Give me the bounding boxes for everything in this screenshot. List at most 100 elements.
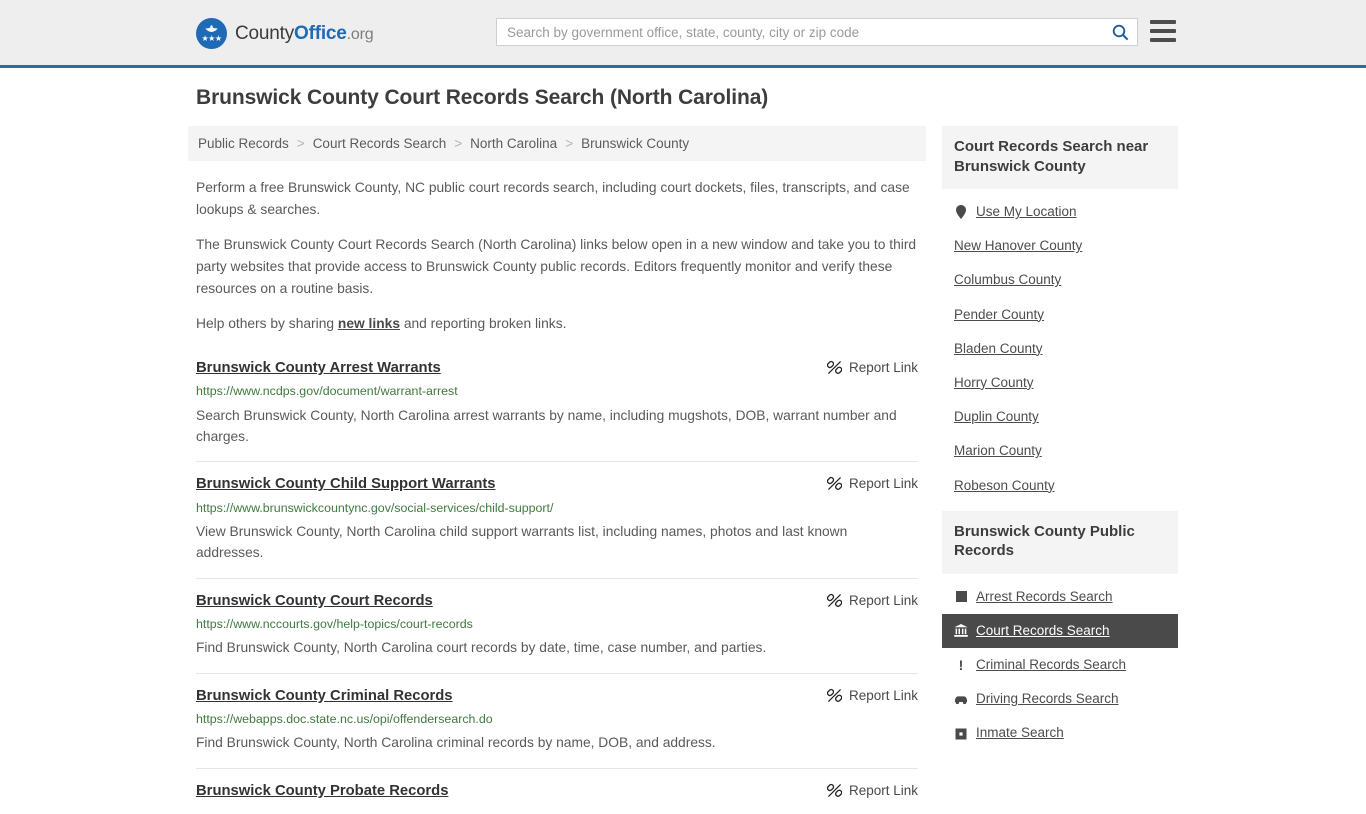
- report-link-label: Report Link: [848, 687, 918, 703]
- sidebar-item-label: Pender County: [954, 306, 1045, 322]
- report-link-label: Report Link: [848, 592, 918, 608]
- result-item: Brunswick County Court Records Report Li…: [196, 577, 918, 673]
- sidebar-item-court-records-search[interactable]: Court Records Search: [942, 613, 1178, 649]
- brand-wordmark: CountyOffice.org: [235, 22, 374, 45]
- result-url[interactable]: https://www.ncdps.gov/document/warrant-a…: [196, 383, 918, 399]
- result-url[interactable]: https://www.brunswickcountync.gov/social…: [196, 500, 918, 516]
- sidebar-item-inmate-search[interactable]: Inmate Search: [942, 716, 1178, 750]
- jail-building-glyph: [955, 728, 967, 740]
- hamburger-bar: [1150, 29, 1176, 33]
- result-header: Brunswick County Child Support Warrants …: [196, 475, 918, 493]
- sidebar-item-label: Driving Records Search: [976, 691, 1119, 707]
- intro-text-before: Help others by sharing: [196, 316, 338, 332]
- brand-part-1: County: [235, 22, 295, 44]
- report-link-label: Report Link: [848, 476, 918, 492]
- sidebar-item-arrest-records-search[interactable]: Arrest Records Search: [942, 580, 1178, 614]
- result-title-link[interactable]: Brunswick County Child Support Warrants: [196, 475, 496, 493]
- sidebar-item-horry-county[interactable]: Horry County: [942, 366, 1178, 400]
- result-description: View Brunswick County, North Carolina ch…: [196, 523, 848, 561]
- sidebar-item-marion-county[interactable]: Marion County: [942, 434, 1178, 468]
- result-title-link[interactable]: Brunswick County Arrest Warrants: [196, 359, 441, 377]
- nearby-search-list: Use My Location New Hanover County Colum…: [942, 189, 1178, 503]
- intro-paragraph-1: Perform a free Brunswick County, NC publ…: [196, 180, 910, 217]
- content-columns: Public Records > Court Records Search > …: [188, 126, 1178, 814]
- report-link-label: Report Link: [848, 782, 918, 798]
- breadcrumb-separator: >: [296, 136, 305, 151]
- report-link-button[interactable]: Report Link: [826, 687, 918, 703]
- sidebar-item-columbus-county[interactable]: Columbus County: [942, 263, 1178, 297]
- result-title-link[interactable]: Brunswick County Criminal Records: [196, 687, 453, 705]
- broken-link-icon: [826, 688, 842, 702]
- jail-building-icon: [954, 727, 968, 741]
- breadcrumb-separator: >: [565, 136, 574, 151]
- brand-part-2: Office: [294, 22, 347, 44]
- search-input[interactable]: [497, 19, 1103, 45]
- result-item: Brunswick County Child Support Warrants …: [196, 461, 918, 577]
- car-icon: [954, 692, 968, 706]
- map-pin-glyph: [956, 205, 966, 220]
- new-links-link[interactable]: new links: [338, 316, 400, 331]
- eagle-stars-logo-icon: ★★★: [196, 18, 227, 49]
- intro-text-after: and reporting broken links.: [400, 316, 567, 332]
- result-item: Brunswick County Criminal Records Report…: [196, 672, 918, 768]
- hamburger-menu-icon[interactable]: [1150, 20, 1176, 42]
- report-link-button[interactable]: Report Link: [826, 475, 918, 492]
- sidebar-item-label: New Hanover County: [954, 238, 1083, 254]
- result-url[interactable]: https://www.nccourts.gov/help-topics/cou…: [196, 616, 918, 632]
- breadcrumb: Public Records > Court Records Search > …: [188, 126, 926, 161]
- sidebar-item-label: Bladen County: [954, 340, 1043, 356]
- sidebar-item-criminal-records-search[interactable]: ! Criminal Records Search: [942, 648, 1178, 682]
- result-url[interactable]: https://webapps.doc.state.nc.us/opi/offe…: [196, 711, 918, 727]
- breadcrumb-item-public-records[interactable]: Public Records: [198, 136, 289, 151]
- broken-link-icon: [826, 593, 842, 607]
- result-description: Find Brunswick County, North Carolina co…: [196, 640, 767, 656]
- car-glyph: [954, 696, 968, 705]
- breadcrumb-item-brunswick-county[interactable]: Brunswick County: [581, 136, 689, 151]
- breadcrumb-item-court-records-search[interactable]: Court Records Search: [313, 136, 447, 151]
- result-title-link[interactable]: Brunswick County Probate Records: [196, 782, 448, 800]
- report-link-button[interactable]: Report Link: [826, 359, 918, 375]
- result-description: Find Brunswick County, North Carolina cr…: [196, 735, 716, 751]
- sidebar-item-duplin-county[interactable]: Duplin County: [942, 400, 1178, 434]
- square-glyph: [955, 591, 967, 603]
- intro-section: Perform a free Brunswick County, NC publ…: [188, 177, 926, 335]
- result-title-link[interactable]: Brunswick County Court Records: [196, 592, 433, 610]
- site-header: ★★★ CountyOffice.org: [0, 0, 1366, 68]
- sidebar-item-new-hanover-county[interactable]: New Hanover County: [942, 229, 1178, 263]
- sidebar-item-use-my-location[interactable]: Use My Location: [942, 195, 1178, 229]
- report-link-label: Report Link: [848, 359, 918, 375]
- sidebar-item-robeson-county[interactable]: Robeson County: [942, 469, 1178, 503]
- main-column: Public Records > Court Records Search > …: [188, 126, 926, 814]
- hamburger-bar: [1150, 38, 1176, 42]
- map-pin-icon: [954, 205, 968, 220]
- sidebar-item-pender-county[interactable]: Pender County: [942, 298, 1178, 332]
- sidebar-item-driving-records-search[interactable]: Driving Records Search: [942, 682, 1178, 716]
- search-bar[interactable]: [496, 18, 1138, 46]
- exclamation-icon: !: [954, 658, 968, 672]
- sidebar-item-label: Arrest Records Search: [976, 588, 1113, 604]
- sidebar-item-label: Robeson County: [954, 477, 1055, 493]
- exclamation-glyph: !: [958, 657, 964, 674]
- result-description: Search Brunswick County, North Carolina …: [196, 407, 897, 444]
- page-title: Brunswick County Court Records Search (N…: [196, 86, 769, 109]
- site-logo[interactable]: ★★★ CountyOffice.org: [196, 18, 374, 49]
- page-container: Brunswick County Court Records Search (N…: [188, 68, 1178, 814]
- breadcrumb-separator: >: [454, 136, 463, 151]
- sidebar-item-label: Marion County: [954, 443, 1042, 459]
- result-header: Brunswick County Court Records Report Li…: [196, 592, 918, 610]
- courthouse-icon: [954, 624, 968, 638]
- search-button[interactable]: [1103, 19, 1137, 45]
- results-list: Brunswick County Arrest Warrants Report …: [188, 359, 926, 814]
- report-link-button[interactable]: Report Link: [826, 782, 918, 798]
- broken-link-icon: [826, 360, 842, 374]
- public-records-list: Arrest Records Search Court Records Sear…: [942, 574, 1178, 751]
- brand-part-3: .org: [346, 25, 374, 43]
- breadcrumb-item-north-carolina[interactable]: North Carolina: [470, 136, 557, 151]
- sidebar-item-bladen-county[interactable]: Bladen County: [942, 332, 1178, 366]
- sidebar-item-label: Duplin County: [954, 409, 1039, 425]
- intro-paragraph-2: The Brunswick County Court Records Searc…: [196, 237, 917, 296]
- courthouse-glyph: [954, 624, 968, 638]
- report-link-button[interactable]: Report Link: [826, 592, 918, 608]
- result-header: Brunswick County Probate Records Report …: [196, 782, 918, 800]
- sidebar-item-label: Use My Location: [976, 204, 1077, 219]
